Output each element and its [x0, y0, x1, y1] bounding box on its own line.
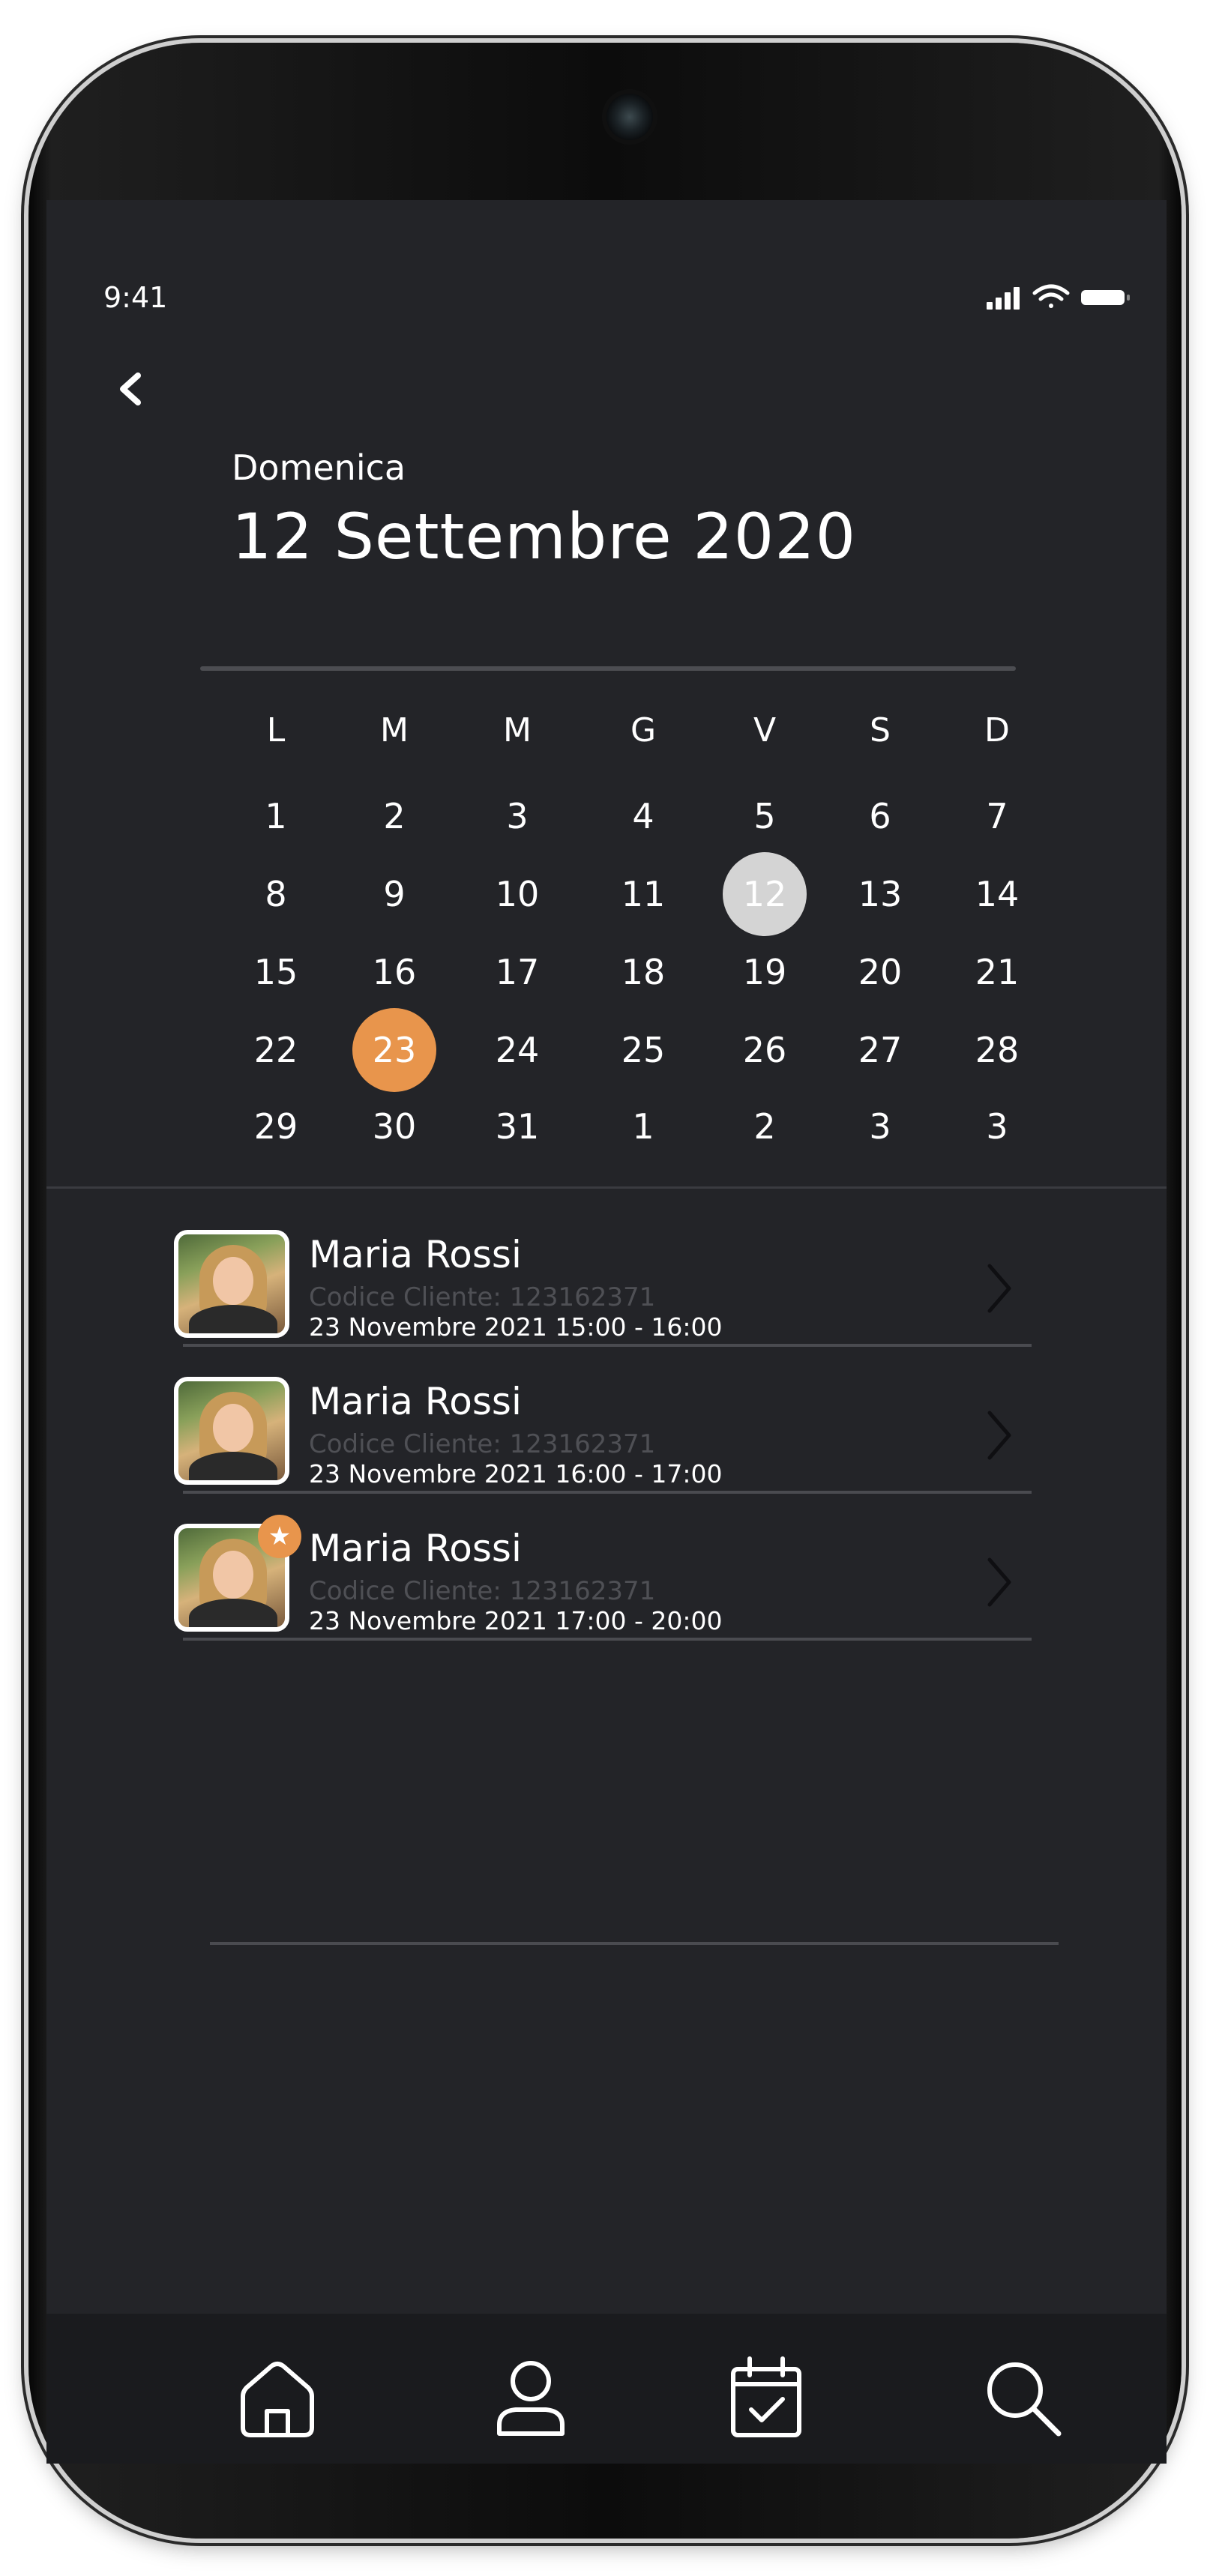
calendar-day[interactable]: 29 [237, 1097, 315, 1156]
calendar-check-icon[interactable] [721, 2353, 811, 2443]
chevron-right-icon[interactable] [981, 1405, 1018, 1465]
calendar-day[interactable]: 2 [355, 786, 433, 846]
avatar-face [213, 1257, 253, 1305]
calendar-day[interactable]: 17 [478, 942, 556, 1002]
back-chevron-icon[interactable] [108, 367, 153, 411]
header-divider [200, 666, 1016, 671]
row-divider [183, 1638, 1032, 1641]
star-icon: ★ [258, 1515, 301, 1558]
weekday-header: L [266, 711, 286, 749]
calendar-day[interactable]: 2 [726, 1097, 804, 1156]
calendar-day[interactable]: 7 [958, 786, 1036, 846]
calendar-day[interactable]: 13 [841, 864, 919, 924]
weekday-header: D [984, 711, 1010, 749]
calendar-day[interactable]: 31 [478, 1097, 556, 1156]
calendar-day[interactable]: 6 [841, 786, 919, 846]
calendar-day[interactable]: 26 [726, 1020, 804, 1080]
calendar-day-selected[interactable]: 12 [723, 852, 807, 936]
avatar-face [213, 1551, 253, 1599]
avatar [174, 1230, 289, 1338]
appointment-time: 23 Novembre 2021 16:00 - 17:00 [309, 1459, 723, 1488]
avatar [174, 1377, 289, 1485]
app-screen: 9:41 Domenica 12 Settembre 2020 L M M G … [46, 200, 1167, 2464]
calendar-day[interactable]: 22 [237, 1020, 315, 1080]
calendar-day[interactable]: 25 [604, 1020, 682, 1080]
calendar-day[interactable]: 11 [604, 864, 682, 924]
calendar-day[interactable]: 24 [478, 1020, 556, 1080]
calendar-day[interactable]: 21 [958, 942, 1036, 1002]
chevron-right-icon[interactable] [981, 1552, 1018, 1612]
signal-icon [987, 287, 1020, 310]
avatar-body [189, 1452, 277, 1480]
bottom-nav [46, 2314, 1167, 2464]
calendar-day-today[interactable]: 23 [352, 1008, 436, 1092]
calendar-day[interactable]: 10 [478, 864, 556, 924]
calendar-day[interactable]: 1 [237, 786, 315, 846]
weekday-header: M [503, 711, 532, 749]
section-divider [46, 1186, 1167, 1189]
appointment-item[interactable]: Maria Rossi Codice Cliente: 123162371 23 N… [174, 1200, 1032, 1347]
calendar-day[interactable]: 14 [958, 864, 1036, 924]
calendar-day[interactable]: 30 [355, 1097, 433, 1156]
appointment-item[interactable]: ★ Maria Rossi Codice Cliente: 123162371 23 … [174, 1494, 1032, 1641]
calendar-day[interactable]: 3 [478, 786, 556, 846]
calendar-day[interactable]: 16 [355, 942, 433, 1002]
calendar-day[interactable]: 3 [958, 1097, 1036, 1156]
appointment-time: 23 Novembre 2021 17:00 - 20:00 [309, 1606, 723, 1635]
calendar-day[interactable]: 1 [604, 1097, 682, 1156]
appointment-time: 23 Novembre 2021 15:00 - 16:00 [309, 1312, 723, 1342]
client-name: Maria Rossi [309, 1233, 522, 1276]
calendar-day[interactable]: 18 [604, 942, 682, 1002]
calendar-day[interactable]: 15 [237, 942, 315, 1002]
appointment-item[interactable]: Maria Rossi Codice Cliente: 123162371 23 N… [174, 1347, 1032, 1494]
client-name: Maria Rossi [309, 1380, 522, 1423]
avatar-body [189, 1599, 277, 1627]
day-name: Domenica [232, 447, 406, 488]
weekday-header: M [380, 711, 409, 749]
calendar-day[interactable]: 3 [841, 1097, 919, 1156]
status-time: 9:41 [103, 281, 168, 314]
chevron-right-icon[interactable] [981, 1258, 1018, 1318]
calendar-day[interactable]: 8 [237, 864, 315, 924]
weekday-header: G [630, 711, 657, 749]
status-icons [987, 284, 1130, 310]
date-title: 12 Settembre 2020 [232, 500, 857, 573]
client-code: Codice Cliente: 123162371 [309, 1576, 656, 1606]
list-bottom-divider [210, 1942, 1059, 1945]
calendar-day[interactable]: 19 [726, 942, 804, 1002]
calendar-day[interactable]: 9 [355, 864, 433, 924]
wifi-icon [1032, 284, 1070, 308]
calendar-day[interactable]: 28 [958, 1020, 1036, 1080]
client-name: Maria Rossi [309, 1527, 522, 1570]
front-camera [602, 89, 657, 145]
home-icon[interactable] [232, 2353, 322, 2443]
avatar-body [189, 1305, 277, 1333]
phone-frame: 9:41 Domenica 12 Settembre 2020 L M M G … [28, 43, 1182, 2539]
weekday-header: S [870, 711, 891, 749]
calendar-day[interactable]: 20 [841, 942, 919, 1002]
client-code: Codice Cliente: 123162371 [309, 1282, 656, 1312]
search-icon[interactable] [978, 2353, 1068, 2443]
calendar-day[interactable]: 4 [604, 786, 682, 846]
battery-icon [1081, 290, 1130, 305]
avatar-face [213, 1404, 253, 1452]
weekday-header: V [753, 711, 777, 749]
user-icon[interactable] [486, 2353, 576, 2443]
client-code: Codice Cliente: 123162371 [309, 1429, 656, 1459]
calendar-day[interactable]: 27 [841, 1020, 919, 1080]
calendar-day[interactable]: 5 [726, 786, 804, 846]
